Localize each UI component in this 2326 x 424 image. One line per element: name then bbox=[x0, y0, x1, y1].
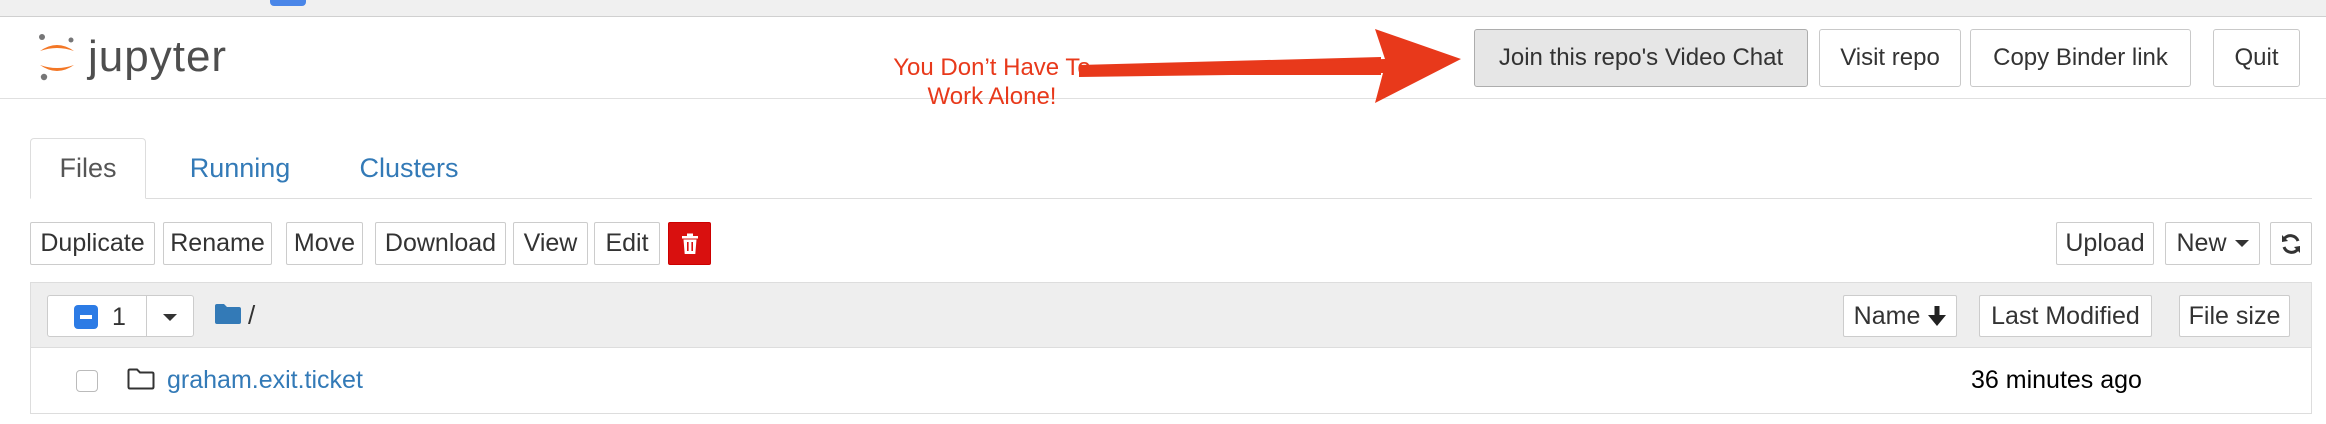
upload-button[interactable]: Upload bbox=[2056, 222, 2154, 265]
caret-down-icon bbox=[163, 314, 177, 321]
logo-text: jupyter bbox=[88, 32, 228, 81]
tab-clusters[interactable]: Clusters bbox=[336, 138, 482, 198]
tab-running[interactable]: Running bbox=[170, 138, 310, 198]
sort-by-file-size-button[interactable]: File size bbox=[2179, 295, 2290, 337]
file-modified-time: 36 minutes ago bbox=[1971, 366, 2142, 394]
file-name-link[interactable]: graham.exit.ticket bbox=[167, 366, 363, 395]
row-checkbox[interactable] bbox=[76, 370, 98, 392]
select-all-dropdown[interactable]: 1 bbox=[47, 295, 194, 337]
tab-bar: Files Running Clusters bbox=[30, 138, 2312, 199]
move-button-label: Move bbox=[293, 229, 356, 257]
red-arrow-icon bbox=[1079, 29, 1461, 103]
video-chat-button[interactable]: Join this repo's Video Chat bbox=[1474, 29, 1808, 87]
refresh-button[interactable] bbox=[2270, 222, 2312, 265]
header-bar: jupyter You Don’t Have To Work Alone! Jo… bbox=[0, 17, 2326, 110]
upload-button-label: Upload bbox=[2065, 229, 2145, 257]
list-item[interactable]: graham.exit.ticket 36 minutes ago bbox=[30, 348, 2312, 414]
refresh-icon bbox=[2282, 233, 2300, 254]
rename-button[interactable]: Rename bbox=[163, 222, 272, 265]
visit-repo-button-label: Visit repo bbox=[1840, 44, 1940, 71]
tab-files-label: Files bbox=[59, 153, 117, 183]
selected-count: 1 bbox=[112, 303, 126, 331]
breadcrumb-root[interactable]: / bbox=[248, 300, 255, 331]
arrow-down-icon bbox=[1928, 306, 1947, 326]
copy-binder-link-button[interactable]: Copy Binder link bbox=[1970, 29, 2191, 87]
edit-button-label: Edit bbox=[605, 229, 649, 257]
rename-button-label: Rename bbox=[170, 229, 265, 257]
last-modified-label: Last Modified bbox=[1991, 301, 2140, 330]
caret-down-icon bbox=[2234, 240, 2249, 247]
delete-button[interactable] bbox=[668, 222, 711, 265]
jupyter-logo-icon bbox=[39, 34, 74, 81]
sort-by-last-modified-button[interactable]: Last Modified bbox=[1979, 295, 2152, 337]
tab-files[interactable]: Files bbox=[30, 138, 146, 199]
quit-button-label: Quit bbox=[2234, 44, 2279, 71]
browser-tab-indicator bbox=[270, 0, 306, 6]
tab-running-label: Running bbox=[189, 152, 291, 183]
jupyter-logo[interactable]: jupyter bbox=[36, 31, 227, 83]
edit-button[interactable]: Edit bbox=[594, 222, 660, 265]
new-dropdown-button[interactable]: New bbox=[2165, 222, 2260, 265]
trash-icon bbox=[681, 233, 698, 254]
tab-clusters-label: Clusters bbox=[359, 152, 459, 183]
file-size-label: File size bbox=[2188, 301, 2281, 330]
duplicate-button[interactable]: Duplicate bbox=[30, 222, 155, 265]
view-button[interactable]: View bbox=[513, 222, 588, 265]
copy-binder-link-button-label: Copy Binder link bbox=[1993, 44, 2168, 71]
file-list-header: 1 / Name Last Modified File size bbox=[30, 282, 2312, 348]
folder-outline-icon bbox=[127, 368, 155, 390]
download-button[interactable]: Download bbox=[375, 222, 506, 265]
video-chat-button-label: Join this repo's Video Chat bbox=[1498, 44, 1784, 71]
sort-name-label: Name bbox=[1853, 301, 1921, 330]
duplicate-button-label: Duplicate bbox=[40, 229, 145, 257]
view-button-label: View bbox=[523, 229, 578, 257]
quit-button[interactable]: Quit bbox=[2213, 29, 2300, 87]
browser-top-strip bbox=[0, 0, 2326, 17]
minus-icon bbox=[80, 315, 92, 319]
new-button-label: New bbox=[2176, 229, 2227, 257]
dropdown-divider bbox=[146, 296, 147, 336]
select-all-checkbox[interactable] bbox=[74, 305, 98, 329]
folder-icon bbox=[215, 304, 241, 324]
download-button-label: Download bbox=[384, 229, 497, 257]
visit-repo-button[interactable]: Visit repo bbox=[1819, 29, 1961, 87]
move-button[interactable]: Move bbox=[286, 222, 363, 265]
sort-by-name-button[interactable]: Name bbox=[1843, 295, 1957, 337]
